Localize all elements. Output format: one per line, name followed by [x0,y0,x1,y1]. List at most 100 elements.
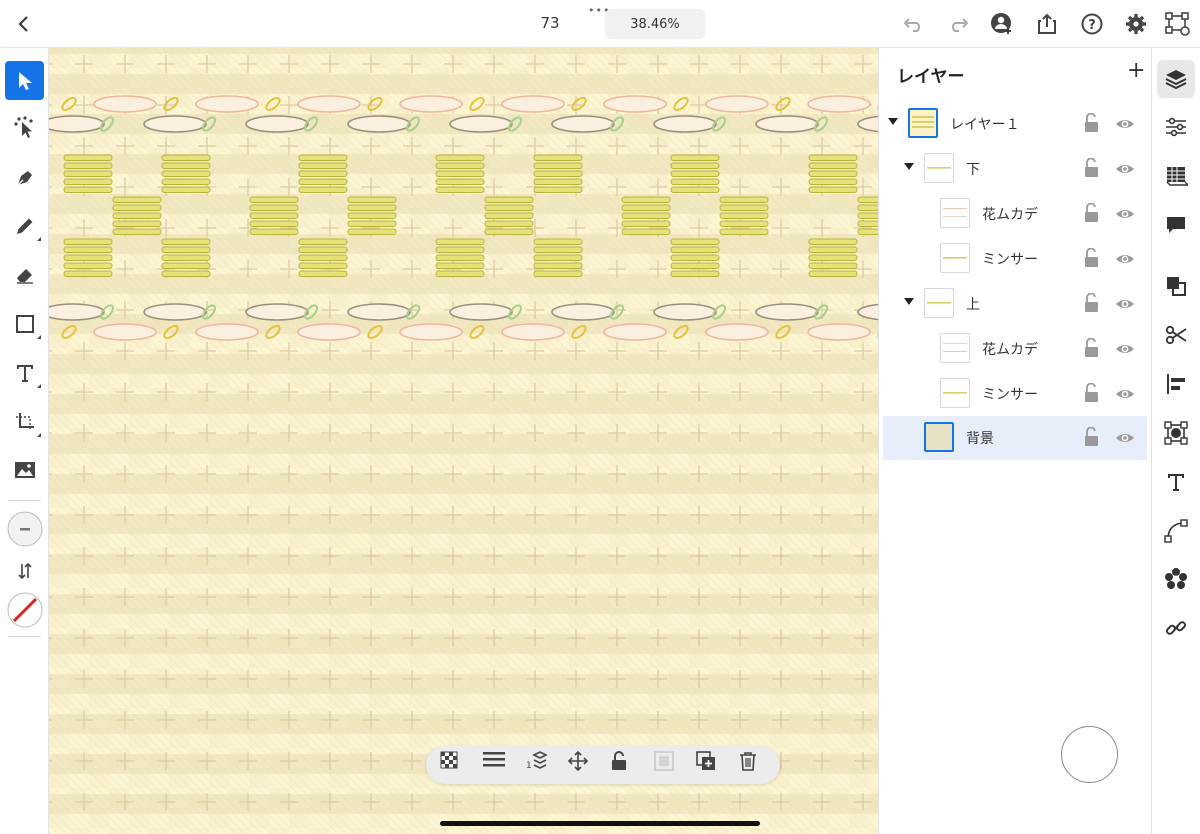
selection-action-bar: 1 [426,746,780,784]
redo-icon[interactable] [944,10,972,38]
help-icon[interactable]: ? [1078,10,1106,38]
top-bar: 73 ••• 38.46% ? [0,0,1200,48]
visibility-eye-icon[interactable] [1115,159,1135,179]
invite-icon[interactable] [988,10,1016,38]
prototype-icon[interactable] [1164,10,1192,38]
path-icon[interactable] [1157,512,1195,550]
layer-name: ミンサー [982,387,1038,403]
tool-group-indicator [37,335,41,339]
visibility-eye-icon[interactable] [1115,384,1135,404]
visibility-eye-icon[interactable] [1115,428,1135,448]
selection-tool[interactable] [5,61,44,100]
layer-row-hanamukade-upper[interactable]: 花ムカデ [883,327,1147,371]
pencil-tool[interactable] [5,206,44,245]
panel-rail [1151,48,1200,834]
unlock-icon[interactable] [1083,338,1101,358]
unlock-icon[interactable] [1083,203,1101,223]
layer-thumbnail [940,378,970,408]
transform-panel-icon[interactable] [1157,414,1195,452]
mask-icon[interactable] [654,751,682,779]
move-icon[interactable] [568,751,596,779]
layer-row-hanamukade-lower[interactable]: 花ムカデ [883,192,1147,236]
unlock-icon[interactable] [1083,383,1101,403]
type-panel-icon[interactable] [1157,463,1195,501]
rectangle-tool[interactable] [5,304,44,343]
layers-icon[interactable] [1157,60,1195,98]
layer-row-layer1[interactable]: レイヤー１ [883,102,1147,146]
pen-icon [16,170,32,186]
stroke-icon [7,511,42,546]
layers-panel: レイヤー + レイヤー１ 下 花ムカデ ミンサー 上 花ムカデ ミンサー 背景 [878,48,1151,834]
visibility-eye-icon[interactable] [1115,339,1135,359]
scissors-icon[interactable] [1157,316,1195,354]
document-name[interactable]: 73 [520,14,580,32]
properties-icon[interactable] [1157,108,1195,146]
repeat-icon[interactable] [1157,560,1195,598]
zoom-level[interactable]: 38.46% [605,9,705,39]
back-icon[interactable] [10,10,38,38]
toolbar-separator [8,636,41,637]
transform-tool[interactable] [5,402,44,441]
duplicate-icon[interactable] [696,751,724,779]
layer-row-group-upper[interactable]: 上 [883,282,1147,326]
image-icon [14,461,35,478]
combine-icon[interactable] [1157,267,1195,305]
comments-icon[interactable] [1157,206,1195,244]
arrange-icon[interactable]: 1 [526,751,554,779]
visibility-eye-icon[interactable] [1115,249,1135,269]
direct-selection-icon [13,115,33,138]
touch-modifier-button[interactable] [1061,726,1118,783]
link-icon[interactable] [1157,609,1195,647]
eraser-tool[interactable] [5,255,44,294]
layer-row-minsa-upper[interactable]: ミンサー [883,372,1147,416]
unlock-icon[interactable] [1083,158,1101,178]
visibility-eye-icon[interactable] [1115,294,1135,314]
layer-row-minsa-lower[interactable]: ミンサー [883,237,1147,281]
collapse-triangle-icon[interactable] [904,298,914,305]
image-tool[interactable] [5,450,44,489]
layer-name: 上 [966,297,980,313]
fill-swatch[interactable] [5,590,44,629]
rectangle-icon [15,314,34,333]
eraser-icon [16,268,33,284]
artboard-canvas[interactable]: 1 [49,48,878,834]
undo-icon[interactable] [900,10,928,38]
layer-row-background[interactable]: 背景 [883,416,1147,460]
layer-row-group-lower[interactable]: 下 [883,147,1147,191]
layers-panel-title: レイヤー [897,67,965,87]
unlock-icon[interactable] [1083,293,1101,313]
delete-icon[interactable] [739,751,767,779]
transform-icon [15,412,34,431]
swap-colors-button[interactable] [5,551,44,590]
stroke-swatch[interactable] [5,509,44,548]
visibility-eye-icon[interactable] [1115,114,1135,134]
layer-thumbnail [908,108,938,138]
layer-thumbnail [940,333,970,363]
unlock-icon[interactable] [1083,113,1101,133]
layer-name: 下 [966,162,980,178]
unlock-icon[interactable] [1083,427,1101,447]
align-icon[interactable] [1157,365,1195,403]
libraries-icon[interactable] [1157,157,1195,195]
type-icon [16,364,33,382]
tool-group-indicator [37,433,41,437]
layer-name: 背景 [966,431,994,447]
toolbar-separator [8,500,41,501]
unlock-icon[interactable] [1083,248,1101,268]
layer-thumbnail [924,153,954,183]
direct-selection-tool[interactable] [5,108,44,147]
lock-icon[interactable] [611,751,639,779]
share-icon[interactable] [1033,10,1061,38]
visibility-eye-icon[interactable] [1115,204,1135,224]
pen-tool[interactable] [5,158,44,197]
type-tool[interactable] [5,353,44,392]
add-layer-button[interactable]: + [1127,58,1145,83]
settings-icon[interactable] [1122,10,1150,38]
collapse-triangle-icon[interactable] [904,163,914,170]
layer-name: 花ムカデ [982,342,1038,358]
layer-name: ミンサー [982,252,1038,268]
blend-icon[interactable] [483,751,511,779]
svg-text:1: 1 [526,761,532,771]
collapse-triangle-icon[interactable] [888,118,898,125]
opacity-icon[interactable] [440,751,468,779]
